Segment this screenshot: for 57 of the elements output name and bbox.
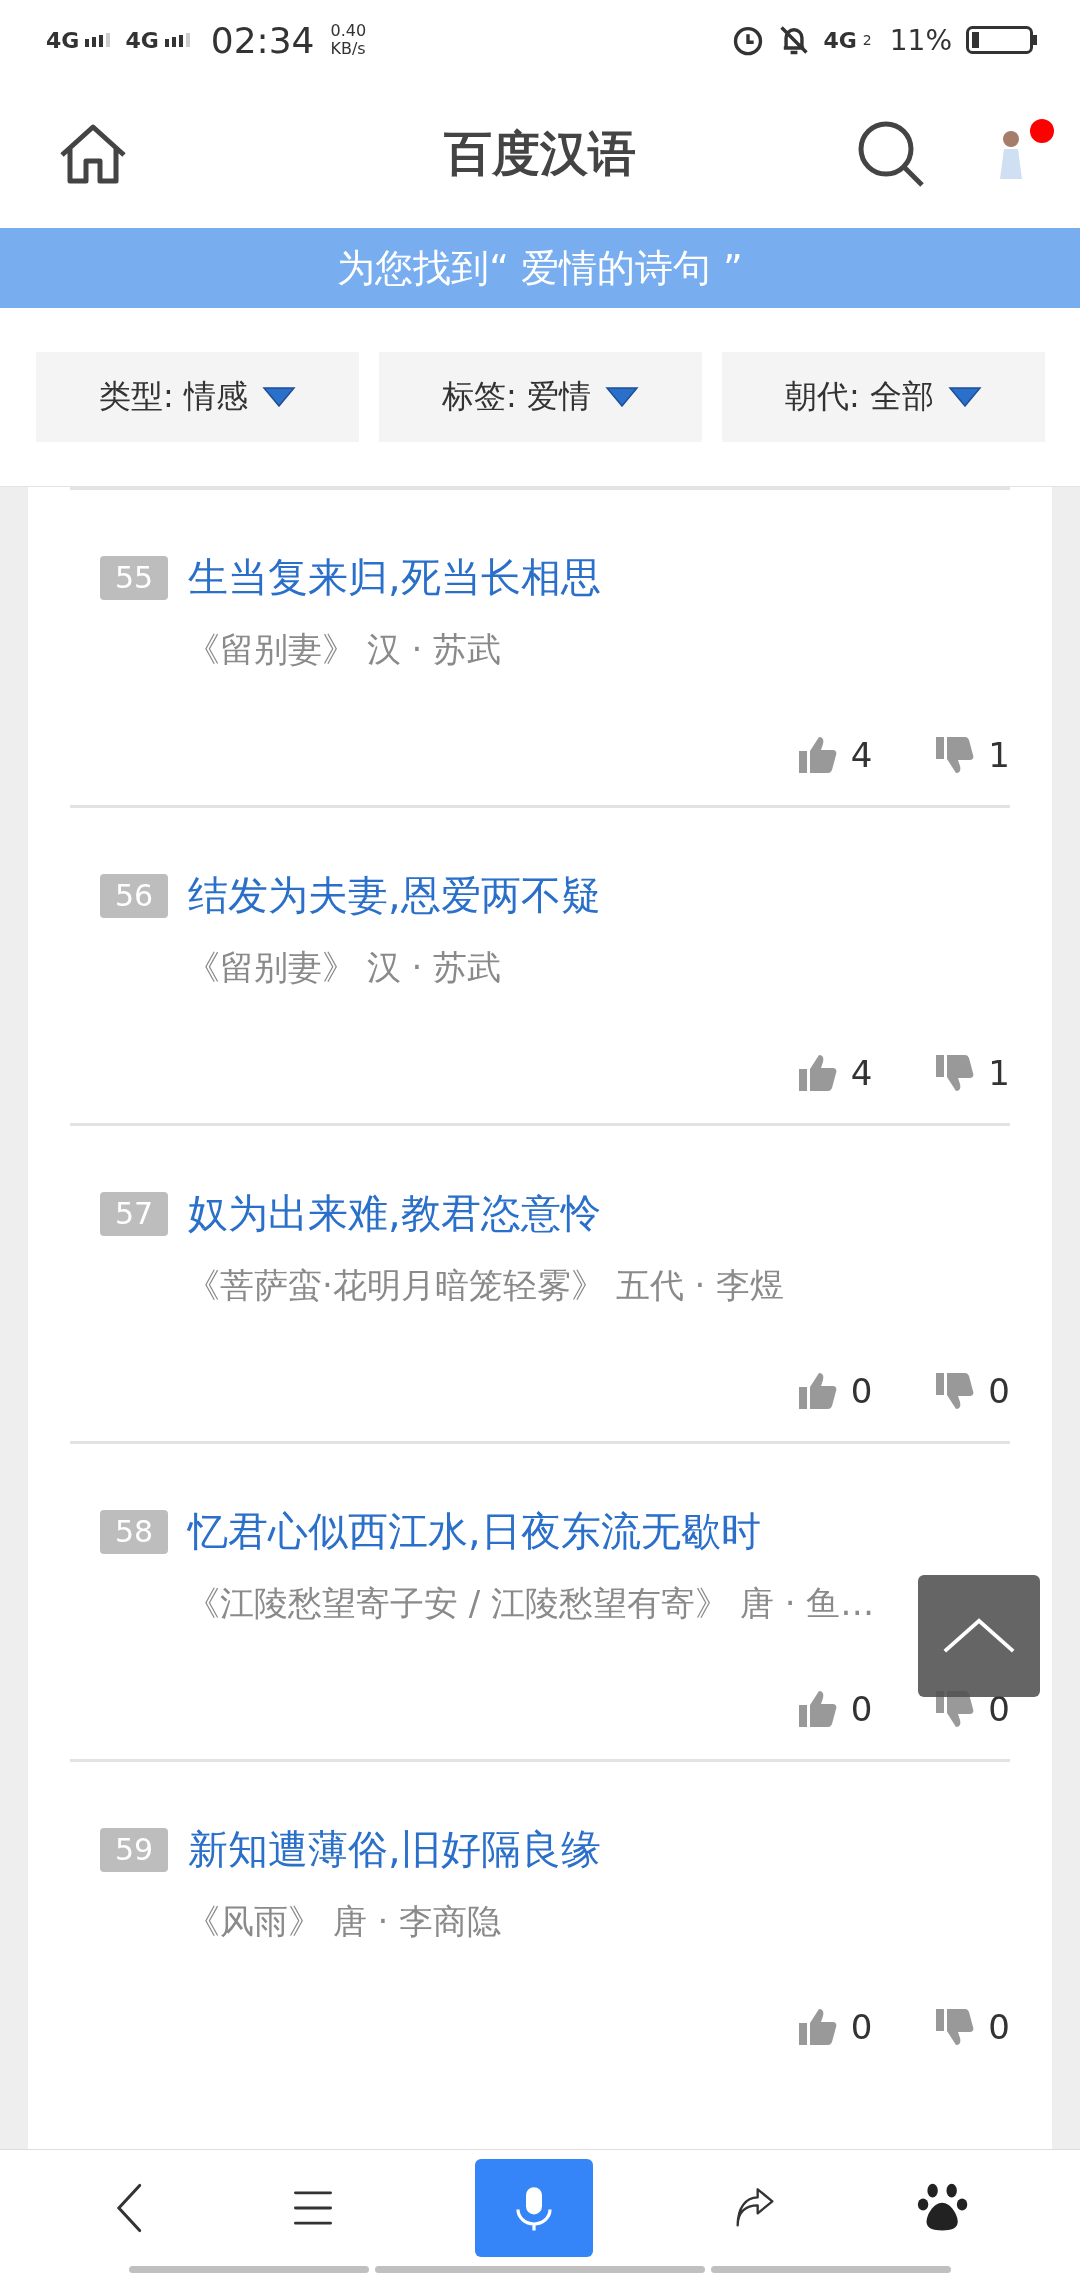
poem-source: 《留别妻》 汉 · 苏武 — [186, 628, 503, 671]
battery-level: 11% — [889, 23, 952, 57]
network-label: 4G — [46, 27, 80, 53]
voice-button[interactable] — [475, 2159, 593, 2257]
scroll-top-button[interactable] — [918, 1575, 1040, 1697]
number-badge: 58 — [100, 1509, 168, 1554]
mobile-data-label: 4G — [823, 27, 857, 53]
thumbs-up-icon[interactable] — [796, 735, 837, 775]
poem-source: 《风雨》 唐 · 李商隐 — [186, 1900, 503, 1943]
poem-source: 《留别妻》 汉 · 苏武 — [186, 946, 503, 989]
thumbs-up-icon[interactable] — [796, 1053, 837, 1093]
clock-time: 02:34 — [210, 19, 315, 61]
dislike-count: 1 — [988, 1053, 1010, 1093]
poem-source: 《江陵愁望寄子安 / 江陵愁望有寄》 唐 · 鱼… — [186, 1582, 876, 1625]
thumbs-down-icon[interactable] — [934, 1053, 975, 1093]
dislike-count: 1 — [988, 735, 1010, 775]
search-icon[interactable] — [856, 119, 926, 189]
dislike-count: 0 — [988, 1689, 1010, 1729]
dropdown-triangle-icon — [604, 387, 639, 407]
poem-title[interactable]: 结发为夫妻,恩爱两不疑 — [188, 868, 601, 923]
speed-value: 0.40 — [330, 22, 367, 40]
thumbs-up-icon[interactable] — [796, 1371, 837, 1411]
speed-unit: KB/s — [330, 40, 367, 58]
thumbs-up-icon[interactable] — [796, 2007, 837, 2047]
battery-icon — [966, 26, 1038, 54]
dislike-count: 0 — [988, 2007, 1010, 2047]
poem-title[interactable]: 新知遭薄俗,旧好隔良缘 — [188, 1822, 601, 1877]
thumbs-down-icon[interactable] — [934, 2007, 975, 2047]
thumbs-down-icon[interactable] — [934, 1371, 975, 1411]
filter-dropdown[interactable]: 类型: 情感 — [36, 352, 359, 442]
dropdown-triangle-icon — [947, 387, 982, 407]
like-count: 4 — [850, 735, 873, 775]
thumbs-up-icon[interactable] — [796, 1689, 837, 1729]
network-label: 4G — [125, 27, 159, 53]
number-badge: 56 — [100, 873, 168, 918]
poem-title[interactable]: 忆君心似西江水,日夜东流无歇时 — [188, 1504, 761, 1559]
app-title: 百度汉语 — [444, 124, 636, 183]
home-icon[interactable] — [58, 123, 128, 185]
dislike-count: 0 — [988, 1371, 1010, 1411]
poem-title[interactable]: 奴为出来难,教君恣意怜 — [188, 1186, 601, 1241]
thumbs-down-icon[interactable] — [934, 735, 975, 775]
filter-dropdown[interactable]: 朝代: 全部 — [722, 352, 1045, 442]
number-badge: 55 — [100, 555, 168, 600]
poem-title[interactable]: 生当复来归,死当长相思 — [188, 550, 601, 605]
filter-dropdown[interactable]: 标签: 爱情 — [379, 352, 702, 442]
result-banner: 为您找到“ 爱情的诗句 ” — [0, 228, 1080, 308]
signal-icon — [164, 32, 193, 48]
number-badge: 57 — [100, 1191, 168, 1236]
like-count: 0 — [850, 1371, 873, 1411]
paw-icon[interactable] — [917, 2182, 969, 2234]
number-badge: 59 — [100, 1827, 168, 1872]
like-count: 0 — [850, 1689, 873, 1729]
poem-source: 《菩萨蛮·花明月暗笼轻雾》 五代 · 李煜 — [186, 1264, 786, 1307]
dropdown-triangle-icon — [261, 387, 296, 407]
like-count: 0 — [850, 2007, 873, 2047]
like-count: 4 — [850, 1053, 873, 1093]
sim-label: 2 — [862, 32, 872, 48]
